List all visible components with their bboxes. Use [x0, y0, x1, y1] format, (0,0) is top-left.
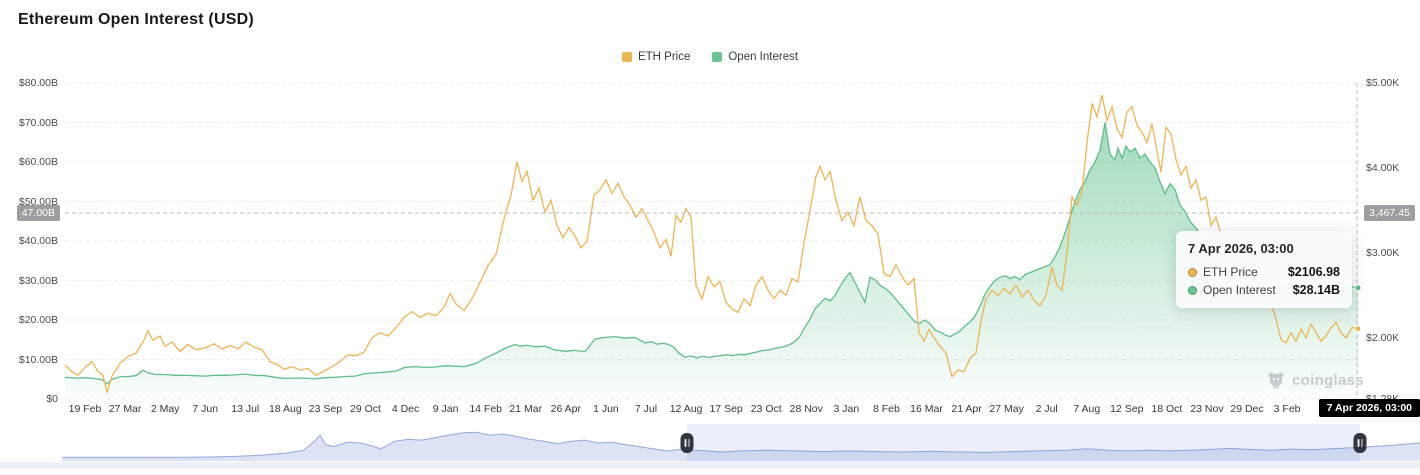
coinglass-open-interest-chart: Ethereum Open Interest (USD) ETH Price O… — [0, 0, 1420, 475]
left-axis-tick-label: $60.00B — [0, 156, 58, 168]
x-axis-tick-label: 17 Sep — [709, 403, 742, 415]
x-axis-tick-label: 23 Sep — [309, 403, 342, 415]
x-axis-tick-label: 3 Jan — [833, 403, 859, 415]
navigator-right-handle[interactable] — [1354, 433, 1367, 453]
right-axis-crosshair-badge: 3,467.45 — [1364, 205, 1415, 221]
left-axis-tick-label: $10.00B — [0, 354, 58, 366]
x-axis-tick-label: 18 Aug — [269, 403, 302, 415]
right-axis-tick-label: $3.00K — [1366, 247, 1399, 259]
x-axis-tick-label: 16 Mar — [910, 403, 943, 415]
x-axis-tick-label: 26 Apr — [551, 403, 581, 415]
x-axis-tick-label: 27 Mar — [109, 403, 142, 415]
left-axis-tick-label: $40.00B — [0, 235, 58, 247]
x-axis-tick-label: 19 Feb — [69, 403, 102, 415]
x-axis-tick-label: 7 Aug — [1073, 403, 1100, 415]
tooltip-label: Open Interest — [1203, 283, 1276, 297]
open-interest-swatch-icon — [712, 52, 722, 62]
navigator-left-handle[interactable] — [681, 433, 694, 453]
x-axis-tick-label: 1 Jun — [593, 403, 619, 415]
x-axis-tick-label: 18 Oct — [1151, 403, 1182, 415]
x-axis-tick-label: 21 Apr — [951, 403, 981, 415]
left-axis-tick-label: $20.00B — [0, 314, 58, 326]
eth-price-swatch-icon — [622, 52, 632, 62]
x-axis-tick-label: 4 Dec — [392, 403, 419, 415]
tooltip-label: ETH Price — [1203, 265, 1258, 279]
x-axis-tick-label: 3 Feb — [1274, 403, 1301, 415]
right-axis-tick-label: $5.00K — [1366, 77, 1399, 89]
x-axis-tick-label: 29 Oct — [350, 403, 381, 415]
left-axis-crosshair-badge: 47.00B — [17, 205, 60, 221]
x-axis-tick-label: 12 Aug — [670, 403, 703, 415]
right-axis-tick-label: $2.00K — [1366, 332, 1399, 344]
legend-label: ETH Price — [638, 51, 690, 63]
tooltip-value: $2106.98 — [1288, 265, 1340, 279]
open-interest-dot-icon — [1188, 286, 1197, 295]
left-axis-tick-label: $30.00B — [0, 275, 58, 287]
x-axis-tick-label: 29 Dec — [1230, 403, 1263, 415]
x-axis-tick-label: 9 Jan — [433, 403, 459, 415]
x-axis-tick-label: 13 Jul — [231, 403, 259, 415]
chart-legend: ETH Price Open Interest — [0, 51, 1420, 63]
legend-label: Open Interest — [728, 51, 798, 63]
crosshair-date-badge: 7 Apr 2026, 03:00 — [1319, 399, 1420, 417]
tooltip-date: 7 Apr 2026, 03:00 — [1188, 241, 1340, 256]
navigator-track[interactable] — [62, 424, 1420, 462]
hover-tooltip: 7 Apr 2026, 03:00 ETH Price $2106.98 Ope… — [1176, 231, 1352, 308]
x-axis-tick-label: 21 Mar — [509, 403, 542, 415]
x-axis-tick-label: 2 May — [151, 403, 180, 415]
x-axis-tick-label: 14 Feb — [469, 403, 502, 415]
watermark-text: coinglass — [1292, 372, 1364, 389]
left-axis-tick-label: $80.00B — [0, 77, 58, 89]
coinglass-watermark: coinglass — [1266, 370, 1364, 390]
page-title: Ethereum Open Interest (USD) — [18, 11, 254, 29]
eth-price-dot-icon — [1188, 268, 1197, 277]
tooltip-row-eth-price: ETH Price $2106.98 — [1188, 265, 1340, 279]
right-axis-tick-label: $4.00K — [1366, 162, 1399, 174]
x-axis-tick-label: 28 Nov — [790, 403, 823, 415]
left-axis-tick-label: $70.00B — [0, 117, 58, 129]
x-axis-tick-label: 7 Jun — [192, 403, 218, 415]
x-axis-tick-label: 7 Jul — [635, 403, 657, 415]
legend-item-eth-price[interactable]: ETH Price — [622, 51, 690, 63]
x-axis-tick-label: 8 Feb — [873, 403, 900, 415]
legend-item-open-interest[interactable]: Open Interest — [712, 51, 798, 63]
x-axis-tick-label: 2 Jul — [1036, 403, 1058, 415]
x-axis-tick-label: 23 Oct — [751, 403, 782, 415]
x-axis-tick-label: 23 Nov — [1190, 403, 1223, 415]
x-axis-tick-label: 12 Sep — [1110, 403, 1143, 415]
tooltip-value: $28.14B — [1293, 283, 1340, 297]
x-axis-tick-label: 27 May — [989, 403, 1023, 415]
tooltip-row-open-interest: Open Interest $28.14B — [1188, 283, 1340, 297]
coinglass-logo-icon — [1266, 370, 1286, 390]
left-axis-tick-label: $0 — [0, 393, 58, 405]
